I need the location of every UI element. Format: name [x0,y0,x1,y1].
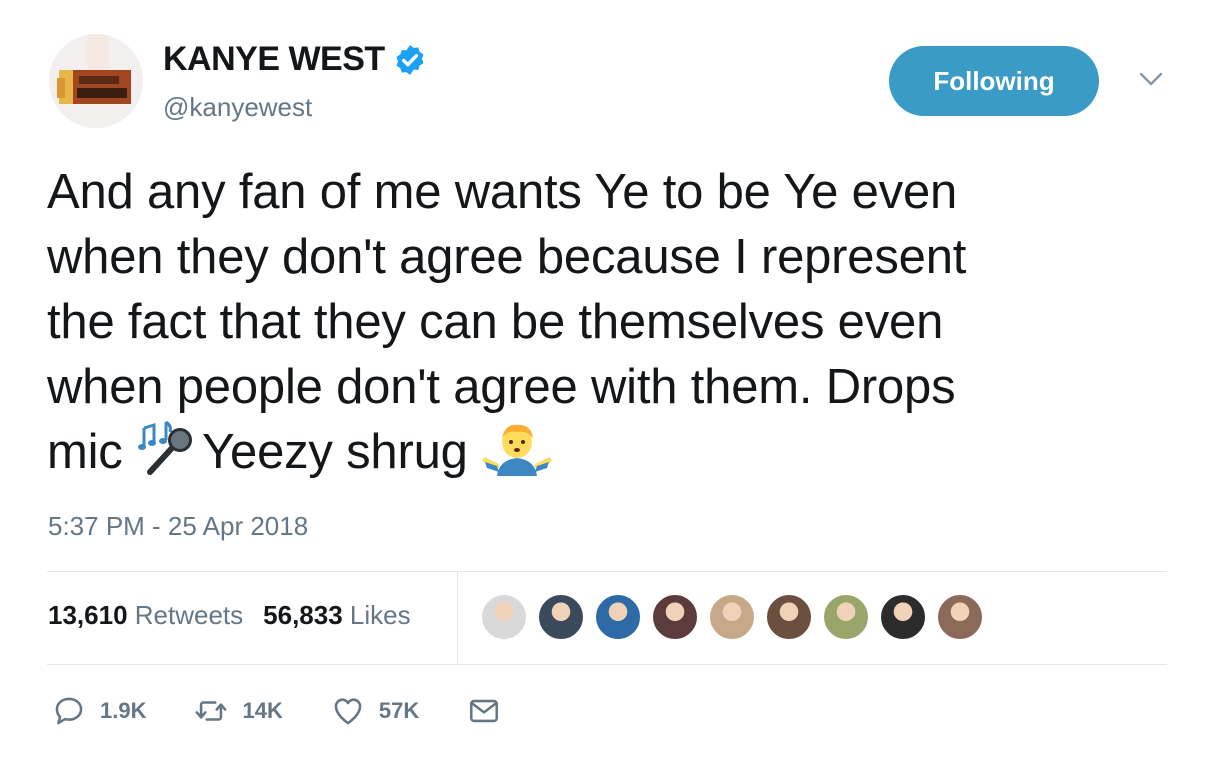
tweet-timestamp[interactable]: 5:37 PM - 25 Apr 2018 [48,511,308,542]
retweets-stat[interactable]: 13,610 Retweets [48,600,243,631]
divider [47,571,1167,572]
liker-avatar[interactable] [480,593,528,641]
tweet-text-fragment: Yeezy shrug [202,425,482,479]
likes-label: Likes [349,600,411,630]
tweet-text: And any fan of me wants Ye to be Ye even… [47,160,1177,493]
liker-avatar[interactable] [651,593,699,641]
likers-avatars [480,593,993,641]
tweet-card: KANYE WEST @kanyewest Following And any … [0,0,1212,768]
liker-avatar[interactable] [765,593,813,641]
avatar[interactable] [49,34,143,128]
retweets-count: 13,610 [48,600,128,630]
liker-avatar[interactable] [879,593,927,641]
liker-avatar[interactable] [822,593,870,641]
reply-icon [55,697,83,725]
tweet-text-line-last: mic Yeezy shrug [47,420,1177,493]
heart-icon [334,698,362,725]
like-button[interactable]: 57K [331,694,419,728]
vertical-divider [457,572,458,664]
microphone-emoji [136,420,202,493]
retweet-icon [196,701,227,721]
shrug-emoji [481,420,553,493]
user-name-row[interactable]: KANYE WEST [163,40,427,79]
reply-button[interactable]: 1.9K [52,694,146,728]
tweet-text-line: And any fan of me wants Ye to be Ye even [47,165,958,219]
liker-avatar[interactable] [537,593,585,641]
display-name[interactable]: KANYE WEST [163,40,385,79]
liker-avatar[interactable] [594,593,642,641]
retweet-count: 14K [242,698,283,723]
tweet-text-line: the fact that they can be themselves eve… [47,295,944,349]
like-count: 57K [378,698,420,723]
verified-badge-icon [396,44,424,75]
tweet-stats: 13,610 Retweets 56,833 Likes [48,600,431,631]
retweet-button[interactable]: 14K [194,694,283,728]
envelope-icon [470,699,499,723]
tweet-text-line: when they don't agree because I represen… [47,230,967,284]
divider [47,664,1167,665]
tweet-text-fragment: mic [47,425,137,479]
tweet-actions: 1.9K 14K 57K [52,694,563,728]
reply-count: 1.9K [100,698,147,723]
retweets-label: Retweets [134,600,244,630]
chevron-down-icon[interactable] [1138,70,1164,88]
following-button[interactable]: Following [889,46,1099,116]
direct-message-button[interactable] [467,694,515,728]
liker-avatar[interactable] [936,593,984,641]
avatar-image [49,34,143,128]
tweet-text-line: when people don't agree with them. Drops [47,360,956,414]
likes-count: 56,833 [263,600,343,630]
user-handle[interactable]: @kanyewest [163,92,312,123]
liker-avatar[interactable] [708,593,756,641]
likes-stat[interactable]: 56,833 Likes [263,600,410,631]
